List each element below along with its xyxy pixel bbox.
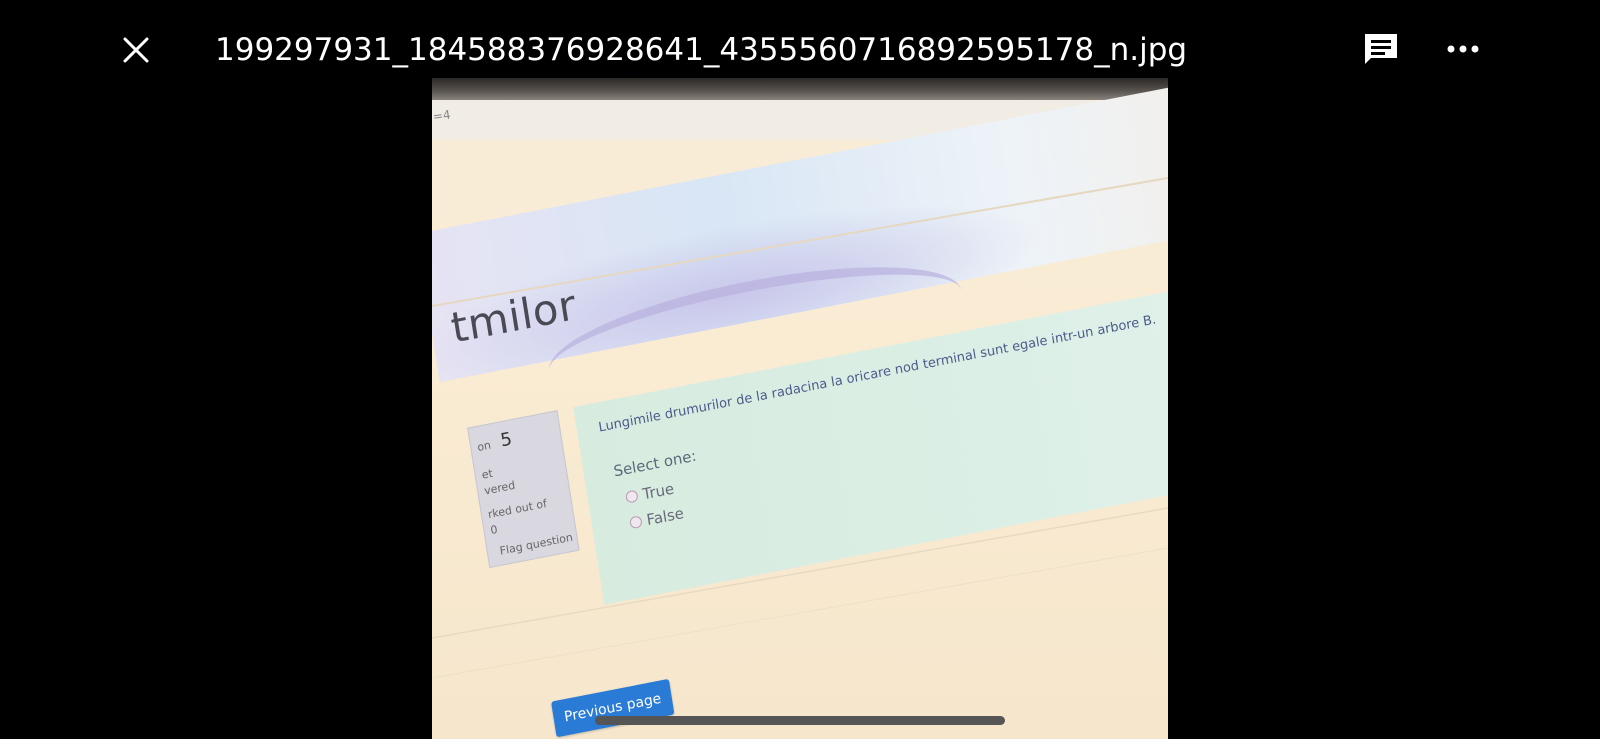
flag-question-link[interactable]: Flag question <box>499 531 574 558</box>
image-viewer: 199297931_184588376928641_43555607168925… <box>0 0 1600 739</box>
close-button[interactable] <box>114 28 158 72</box>
comment-icon <box>1365 34 1397 64</box>
previous-page-button[interactable]: Previous page <box>551 678 675 738</box>
file-name-title: 199297931_184588376928641_43555607168925… <box>215 32 1188 68</box>
option-true-label: True <box>641 479 676 504</box>
radio-false[interactable] <box>629 515 643 530</box>
more-options-button[interactable] <box>1440 26 1486 72</box>
status-line-2: vered <box>483 478 517 498</box>
photographed-page: tmilor on 5 et vered rked out of 0 Flag … <box>432 78 1168 738</box>
marks-line-1: rked out of <box>487 496 548 522</box>
option-false[interactable]: False <box>629 504 685 532</box>
select-one-label: Select one: <box>612 446 698 481</box>
radio-true[interactable] <box>625 489 639 504</box>
comments-button[interactable] <box>1358 26 1404 72</box>
question-number-prefix: on <box>476 438 492 455</box>
more-horizontal-icon <box>1447 45 1479 53</box>
scroll-indicator[interactable] <box>595 716 1005 725</box>
close-icon <box>123 37 149 63</box>
option-true[interactable]: True <box>625 479 676 506</box>
marks-line-2: 0 <box>489 522 499 538</box>
status-line-1: et <box>480 466 494 482</box>
photo-image: =4 tmilor on 5 et vered rked out of 0 Fl… <box>432 78 1168 739</box>
question-number: 5 <box>498 428 514 452</box>
question-info-box: on 5 et vered rked out of 0 Flag questio… <box>467 410 580 569</box>
option-false-label: False <box>645 504 686 530</box>
